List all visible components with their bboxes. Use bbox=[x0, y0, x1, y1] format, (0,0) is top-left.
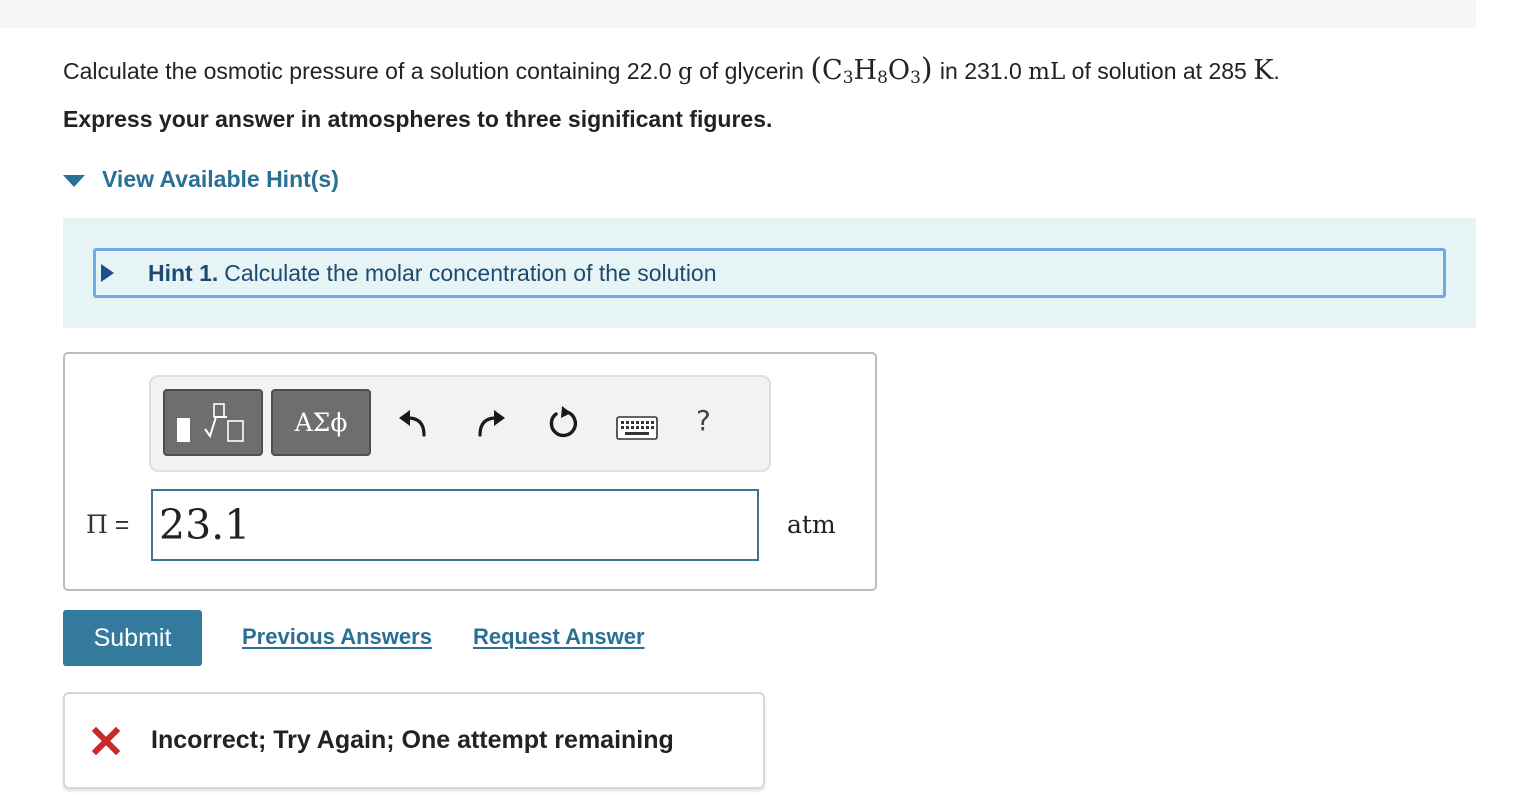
help-icon: ? bbox=[696, 404, 711, 437]
hint-1-item[interactable]: Hint 1. Calculate the molar concentration… bbox=[93, 248, 1446, 298]
incorrect-x-icon bbox=[92, 727, 120, 755]
answer-value: 23.1 bbox=[159, 501, 251, 549]
hint-title: Calculate the molar concentration of the… bbox=[224, 259, 717, 286]
submit-label: Submit bbox=[93, 623, 172, 652]
answer-instructions: Express your answer in atmospheres to th… bbox=[63, 106, 773, 132]
caret-right-icon bbox=[101, 264, 114, 282]
answer-variable-label: Π = bbox=[86, 510, 130, 539]
greek-symbols-button[interactable]: ΑΣϕ bbox=[271, 389, 371, 456]
answer-input[interactable]: 23.1 bbox=[151, 489, 759, 561]
question-text: Calculate the osmotic pressure of a solu… bbox=[63, 52, 1280, 88]
answer-unit: atm bbox=[787, 510, 836, 539]
view-hints-label: View Available Hint(s) bbox=[102, 166, 339, 192]
templates-icon bbox=[177, 403, 244, 442]
previous-answers-link[interactable]: Previous Answers bbox=[242, 624, 432, 650]
templates-button[interactable] bbox=[163, 389, 263, 456]
greek-symbols-label: ΑΣϕ bbox=[294, 408, 348, 437]
hint-number: Hint 1. bbox=[148, 259, 219, 286]
feedback-text: Incorrect; Try Again; One attempt remain… bbox=[151, 726, 674, 754]
keyboard-icon[interactable] bbox=[616, 416, 658, 440]
glycerin-formula: (C3H8O3) bbox=[810, 52, 933, 88]
caret-down-icon bbox=[63, 174, 85, 187]
view-hints-toggle[interactable]: View Available Hint(s) bbox=[63, 166, 339, 193]
submit-button[interactable]: Submit bbox=[63, 610, 202, 666]
undo-icon[interactable] bbox=[397, 408, 431, 438]
help-button[interactable]: ? bbox=[696, 404, 711, 437]
request-answer-link[interactable]: Request Answer bbox=[473, 624, 645, 650]
top-bar bbox=[0, 0, 1476, 28]
reset-icon[interactable] bbox=[545, 405, 581, 441]
redo-icon[interactable] bbox=[473, 408, 507, 438]
feedback-box: Incorrect; Try Again; One attempt remain… bbox=[63, 692, 765, 789]
